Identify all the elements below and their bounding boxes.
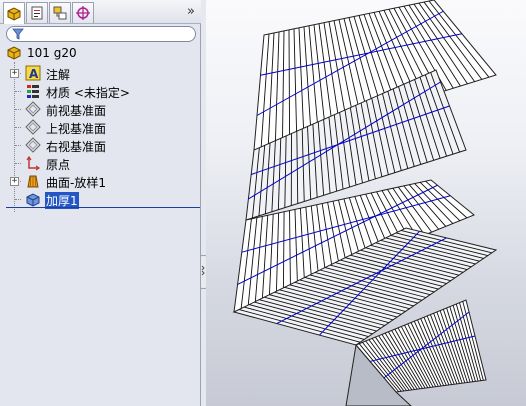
part-icon (7, 46, 21, 60)
configuration-icon (53, 6, 67, 20)
tree-item-top-plane[interactable]: 上视基准面 (0, 118, 200, 136)
tree-item-label: 注解 (46, 68, 71, 82)
surface-loft-icon (27, 175, 39, 188)
tree-item-label: 右视基准面 (46, 140, 107, 154)
annotations-icon: A (25, 65, 41, 81)
tree-item-right-plane[interactable]: 右视基准面 (0, 136, 200, 154)
tree-item-thicken[interactable]: 加厚1 (0, 190, 200, 209)
feature-tree-icon (7, 6, 21, 21)
tab-feature-manager[interactable] (3, 2, 25, 24)
expand-toggle-icon[interactable]: + (10, 69, 19, 78)
tree-item-label: 曲面-放样1 (46, 176, 106, 190)
tab-dimxpert-manager[interactable] (72, 2, 94, 23)
more-tabs-chevron-icon[interactable]: » (187, 4, 195, 19)
helix-mesh-line (288, 29, 291, 139)
helical-part-model[interactable] (206, 0, 526, 406)
tab-configuration-manager[interactable] (49, 2, 71, 23)
tree-item-origin[interactable]: 原点 (0, 154, 200, 172)
rollback-bar[interactable] (6, 207, 200, 208)
tree-item-label: 前视基准面 (46, 104, 107, 118)
filter-funnel-icon (12, 28, 24, 40)
graphics-area[interactable] (206, 0, 526, 406)
tree-item-label: 原点 (46, 158, 71, 172)
tree-item-annotations[interactable]: + A 注解 (0, 64, 200, 82)
tree-item-label: 上视基准面 (46, 122, 107, 136)
origin-icon (26, 155, 41, 171)
tree-root-label: 101 g20 (27, 46, 77, 60)
svg-text:A: A (29, 67, 39, 81)
feature-manager-panel: » 101 g20 + A 注解 材质 <未指定> 前视基准面 上视基准面 右视… (0, 0, 201, 406)
tree-filter-field[interactable] (6, 26, 196, 42)
tree-item-surface-loft[interactable]: + 曲面-放样1 (0, 172, 200, 190)
tree-root-part[interactable]: 101 g20 (0, 44, 200, 62)
plane-icon (25, 101, 41, 117)
tree-item-material[interactable]: 材质 <未指定> (0, 82, 200, 100)
property-sheet-icon (31, 6, 43, 20)
material-icon (27, 85, 39, 98)
tree-item-label: 材质 <未指定> (46, 86, 130, 100)
crosshair-target-icon (76, 6, 90, 20)
plane-icon (25, 137, 41, 153)
tab-property-manager[interactable] (26, 2, 48, 23)
plane-icon (25, 119, 41, 135)
expand-toggle-icon[interactable]: + (10, 177, 19, 186)
thicken-icon (26, 193, 40, 207)
manager-tab-bar: » (0, 0, 201, 24)
tree-item-front-plane[interactable]: 前视基准面 (0, 100, 200, 118)
